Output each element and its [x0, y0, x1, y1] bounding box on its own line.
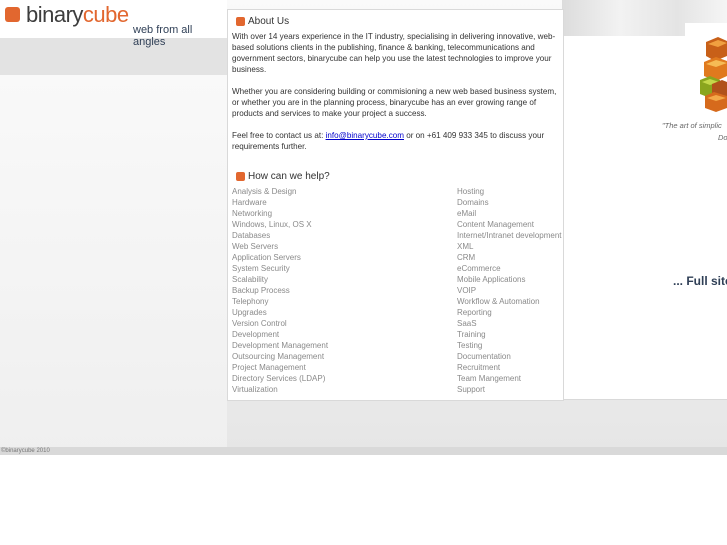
service-item: Virtualization — [232, 385, 278, 394]
service-item: CRM — [457, 253, 476, 262]
quote-line-2: Do — [718, 133, 727, 142]
service-item: Mobile Applications — [457, 275, 526, 284]
full-site-link[interactable]: ... Full site — [673, 274, 727, 288]
service-item: Version Control — [232, 319, 287, 328]
contact-prefix: Feel free to contact us at: — [232, 131, 326, 140]
service-item: eCommerce — [457, 264, 501, 273]
service-item: Recruitment — [457, 363, 501, 372]
copyright-text: ©binarycube 2010 — [1, 448, 50, 454]
service-item: Workflow & Automation — [457, 297, 540, 306]
services-list-right: Hosting Domains eMail Content Management Int… — [457, 186, 562, 395]
about-heading-text: About Us — [248, 16, 290, 27]
service-item: Web Servers — [232, 242, 279, 251]
service-item: VOIP — [457, 286, 477, 295]
service-item: Content Management — [457, 220, 534, 229]
service-item: Backup Process — [232, 286, 290, 295]
service-item: Directory Services (LDAP) — [232, 374, 326, 383]
service-item: Training — [457, 330, 486, 339]
help-heading: How can we help? — [236, 171, 330, 182]
service-item: Team Mangement — [457, 374, 522, 383]
logo-tagline: web from all angles — [133, 24, 193, 48]
about-paragraph-2: Whether you are considering building or … — [232, 87, 557, 118]
service-item: Internet/Intranet development — [457, 231, 562, 240]
service-item: Telephony — [232, 297, 269, 306]
service-item: Documentation — [457, 352, 511, 361]
logo-wordmark: binarycube — [26, 2, 129, 28]
service-item: Domains — [457, 198, 489, 207]
service-item: eMail — [457, 209, 477, 218]
about-heading: About Us — [236, 16, 289, 27]
service-item: Development Management — [232, 341, 329, 350]
service-item: XML — [457, 242, 474, 251]
service-item: Support — [457, 385, 486, 394]
service-item: Analysis & Design — [232, 187, 297, 196]
orange-bullet-icon — [236, 17, 245, 26]
logo[interactable]: binarycube web from all angles — [0, 0, 227, 48]
orange-bullet-icon — [236, 172, 245, 181]
help-heading-text: How can we help? — [248, 171, 330, 182]
service-item: Development — [232, 330, 280, 339]
service-item: Databases — [232, 231, 271, 240]
service-item: Upgrades — [232, 308, 267, 317]
service-item: Outsourcing Management — [232, 352, 325, 361]
service-item: Networking — [232, 209, 273, 218]
service-item: Project Management — [232, 363, 306, 372]
service-item: System Security — [232, 264, 290, 273]
service-item: Reporting — [457, 308, 492, 317]
contact-email-link[interactable]: info@binarycube.com — [326, 131, 404, 140]
quote-line-1: "The art of simplic — [662, 121, 722, 130]
service-item: Application Servers — [232, 253, 301, 262]
about-paragraph-1: With over 14 years experience in the IT … — [232, 32, 556, 74]
left-column — [0, 75, 227, 455]
service-item: Scalability — [232, 275, 269, 284]
service-item: Windows, Linux, OS X — [232, 220, 312, 229]
services-list-left: Analysis & Design Hardware Networking Windo… — [232, 186, 328, 395]
contact-paragraph: Feel free to contact us at: info@binaryc… — [232, 130, 562, 152]
logo-cube-icon — [5, 7, 20, 22]
service-item: Hardware — [232, 198, 267, 207]
tagline-quote: "The art of simplic Do — [662, 120, 727, 144]
service-item: Testing — [457, 341, 483, 350]
cube-illustration-icon — [700, 37, 727, 112]
footer-band — [0, 447, 727, 455]
service-item: SaaS — [457, 319, 477, 328]
logo-word-cube: cube — [82, 2, 129, 27]
logo-word-binary: binary — [26, 2, 83, 27]
service-item: Hosting — [457, 187, 485, 196]
